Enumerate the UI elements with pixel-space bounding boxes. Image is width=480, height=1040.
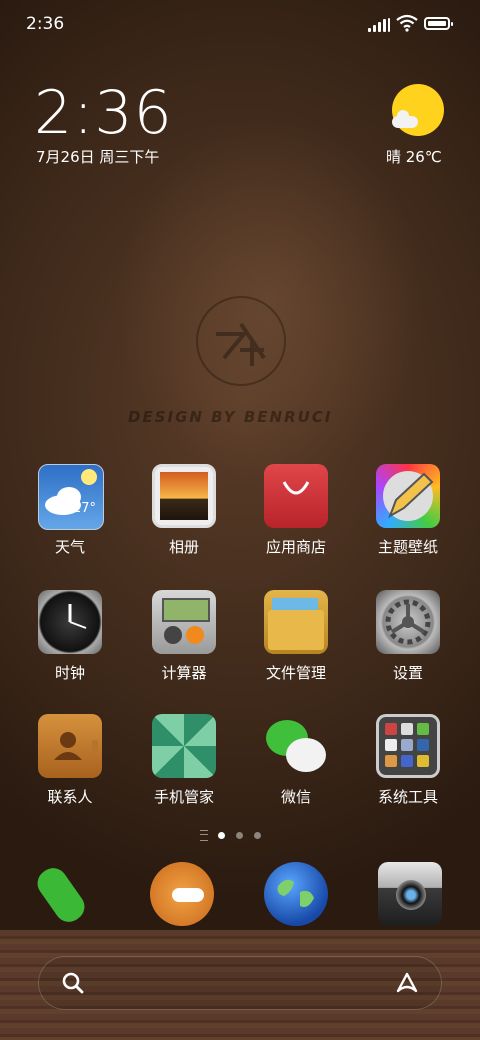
widget-clock[interactable]: 2:36 bbox=[34, 78, 173, 148]
contacts-icon bbox=[38, 714, 102, 778]
signal-icon bbox=[368, 18, 390, 32]
folder-icon bbox=[264, 590, 328, 654]
umbrella-icon bbox=[152, 714, 216, 778]
app-calculator[interactable]: 计算器 bbox=[129, 590, 239, 690]
status-bar: 2:36 bbox=[0, 0, 480, 50]
camera-icon[interactable] bbox=[378, 862, 442, 926]
page-indicator[interactable] bbox=[196, 828, 276, 842]
search-icon[interactable] bbox=[61, 971, 85, 995]
app-photos[interactable]: 相册 bbox=[129, 464, 239, 564]
assistant-icon[interactable] bbox=[395, 971, 419, 995]
page-dot-active[interactable] bbox=[218, 832, 225, 839]
calculator-icon bbox=[152, 590, 216, 654]
menu-lines-icon bbox=[200, 830, 208, 841]
app-contacts[interactable]: 联系人 bbox=[15, 714, 125, 814]
battery-icon bbox=[424, 17, 453, 30]
clock-icon bbox=[38, 590, 102, 654]
weather-badge: 27° bbox=[73, 501, 97, 516]
search-bar[interactable] bbox=[38, 956, 442, 1010]
app-file-manager[interactable]: 文件管理 bbox=[241, 590, 351, 690]
app-label: 手机管家 bbox=[153, 788, 214, 806]
app-label: 联系人 bbox=[47, 788, 93, 806]
messages-icon[interactable] bbox=[150, 862, 214, 926]
app-clock[interactable]: 时钟 bbox=[15, 590, 125, 690]
app-system-tools[interactable]: 系统工具 bbox=[353, 714, 463, 814]
app-app-store[interactable]: 应用商店 bbox=[241, 464, 351, 564]
app-label: 微信 bbox=[280, 788, 311, 806]
app-label: 系统工具 bbox=[377, 788, 438, 806]
widget-date: 7月26日 周三下午 bbox=[36, 148, 160, 166]
app-label: 时钟 bbox=[54, 664, 85, 682]
app-label: 文件管理 bbox=[265, 664, 326, 682]
app-label: 计算器 bbox=[161, 664, 207, 682]
weather-icon: 27° bbox=[38, 464, 104, 530]
app-settings[interactable]: 设置 bbox=[353, 590, 463, 690]
themes-icon bbox=[376, 464, 440, 528]
app-label: 应用商店 bbox=[265, 538, 326, 556]
phone-icon[interactable] bbox=[32, 862, 100, 928]
wifi-icon bbox=[396, 14, 418, 32]
app-security[interactable]: 手机管家 bbox=[129, 714, 239, 814]
app-label: 相册 bbox=[168, 538, 199, 556]
app-label: 主题壁纸 bbox=[377, 538, 438, 556]
wallpaper-watermark: DESIGN BY BENRUCI bbox=[128, 408, 333, 426]
app-wechat[interactable]: 微信 bbox=[241, 714, 351, 814]
app-themes[interactable]: 主题壁纸 bbox=[353, 464, 463, 564]
wechat-icon bbox=[264, 714, 328, 778]
status-time: 2:36 bbox=[26, 14, 65, 34]
page-dot[interactable] bbox=[254, 832, 261, 839]
weather-text[interactable]: 晴 26℃ bbox=[386, 146, 442, 167]
photos-icon bbox=[152, 464, 216, 528]
weather-cloud-shape bbox=[392, 110, 418, 128]
globe-icon[interactable] bbox=[264, 862, 328, 926]
gear-icon bbox=[376, 590, 440, 654]
app-label: 设置 bbox=[392, 664, 423, 682]
wallpaper-logo bbox=[196, 296, 286, 386]
app-weather[interactable]: 27° 天气 bbox=[15, 464, 125, 564]
tools-folder-icon bbox=[376, 714, 440, 778]
app-store-icon bbox=[264, 464, 328, 528]
app-label: 天气 bbox=[54, 538, 85, 556]
page-dot[interactable] bbox=[236, 832, 243, 839]
